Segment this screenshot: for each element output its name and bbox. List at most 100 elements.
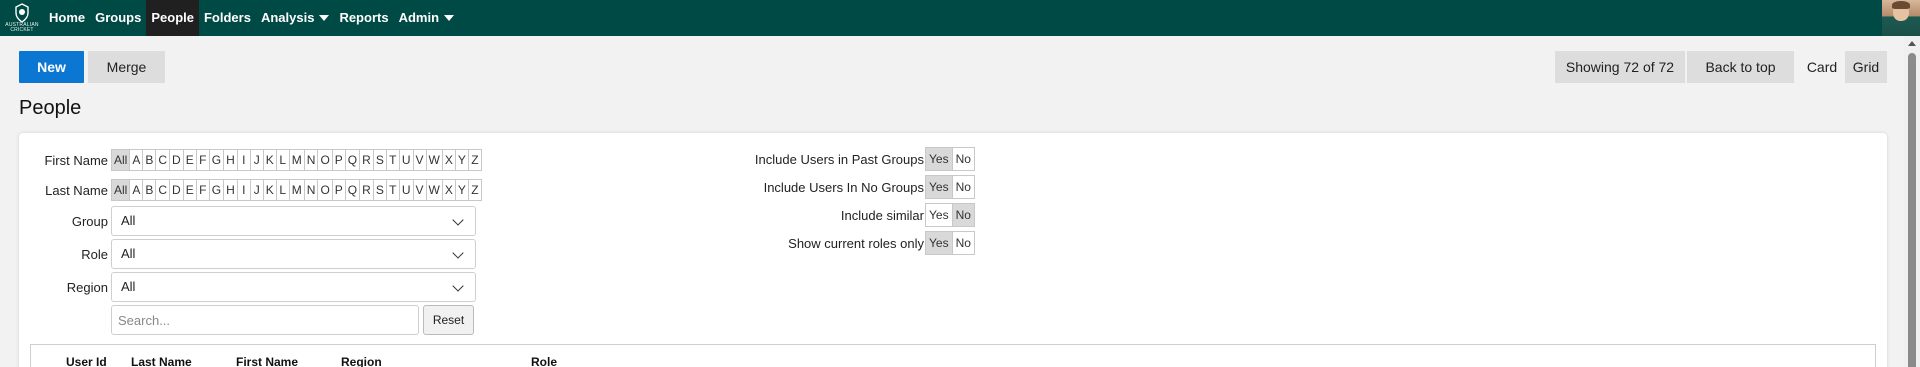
last-name-letter-d[interactable]: D [169,179,184,201]
last-name-letter-h[interactable]: H [223,179,238,201]
nav-home-label: Home [49,10,86,25]
back-to-top-button[interactable]: Back to top [1687,51,1794,83]
last-name-letter-z[interactable]: Z [467,179,482,201]
region-select[interactable]: All [111,272,476,302]
grid-view-button[interactable]: Grid [1845,51,1887,83]
first-name-letter-c[interactable]: C [155,149,171,171]
first-name-letter-a[interactable]: A [129,149,144,171]
nav-groups[interactable]: Groups [90,0,146,36]
first-name-letter-i[interactable]: I [236,149,251,171]
first-name-letter-x[interactable]: X [441,149,456,171]
current-roles-no[interactable]: No [951,231,975,255]
last-name-letter-q[interactable]: Q [344,179,361,201]
last-name-letter-k[interactable]: K [262,179,277,201]
last-name-letter-a[interactable]: A [129,179,144,201]
last-name-letter-filter: All A B C D E F G H I J K L M N O P Q R S T U V W X Y Z [111,179,482,201]
nav-admin[interactable]: Admin [394,0,459,36]
column-header-last-name[interactable]: Last Name [131,355,192,367]
last-name-letter-n[interactable]: N [303,179,319,201]
first-name-letter-r[interactable]: R [359,149,374,171]
first-name-letter-o[interactable]: O [317,149,333,171]
column-header-region[interactable]: Region [341,355,382,367]
last-name-letter-j[interactable]: J [249,179,264,201]
first-name-letter-l[interactable]: L [275,149,290,171]
last-name-letter-i[interactable]: I [236,179,251,201]
include-similar-no[interactable]: No [951,203,975,227]
column-header-first-name[interactable]: First Name [236,355,298,367]
cricket-crest-icon [15,3,29,23]
first-name-letter-j[interactable]: J [249,149,264,171]
no-groups-no[interactable]: No [951,175,975,199]
first-name-letter-q[interactable]: Q [344,149,361,171]
merge-button[interactable]: Merge [88,51,165,83]
search-input[interactable] [111,305,419,335]
nav-reports[interactable]: Reports [334,0,393,36]
nav-analysis[interactable]: Analysis [256,0,334,36]
last-name-letter-w[interactable]: W [425,179,443,201]
first-name-letter-d[interactable]: D [169,149,184,171]
current-roles-label: Show current roles only [788,236,924,251]
column-header-user-id[interactable]: User Id [66,355,107,367]
column-header-role[interactable]: Role [531,355,557,367]
page-scrollbar[interactable] [1904,36,1920,367]
reset-button[interactable]: Reset [423,305,474,335]
first-name-letter-s[interactable]: S [372,149,387,171]
past-groups-no[interactable]: No [951,147,975,171]
last-name-letter-t[interactable]: T [385,179,400,201]
last-name-letter-all[interactable]: All [111,179,131,201]
last-name-letter-g[interactable]: G [208,179,225,201]
nav-home[interactable]: Home [44,0,90,36]
last-name-letter-s[interactable]: S [372,179,387,201]
last-name-letter-r[interactable]: R [359,179,374,201]
first-name-letter-b[interactable]: B [142,149,157,171]
australian-cricket-logo[interactable]: AUSTRALIAN CRICKET [0,0,44,36]
first-name-letter-z[interactable]: Z [467,149,482,171]
role-select[interactable]: All [111,239,476,269]
last-name-letter-p[interactable]: P [331,179,346,201]
no-groups-yes[interactable]: Yes [925,175,953,199]
last-name-letter-v[interactable]: V [412,179,427,201]
group-select[interactable]: All [111,206,476,236]
role-label: Role [81,247,108,262]
first-name-letter-u[interactable]: U [398,149,414,171]
group-label: Group [71,214,108,229]
card-view-button[interactable]: Card [1800,51,1844,83]
first-name-letter-w[interactable]: W [425,149,443,171]
nav-folders-label: Folders [203,10,251,25]
first-name-letter-y[interactable]: Y [454,149,469,171]
last-name-letter-o[interactable]: O [317,179,333,201]
nav-people[interactable]: People [146,0,199,36]
first-name-letter-all[interactable]: All [111,149,131,171]
first-name-letter-k[interactable]: K [262,149,277,171]
last-name-letter-f[interactable]: F [195,179,210,201]
first-name-letter-h[interactable]: H [223,149,238,171]
first-name-letter-g[interactable]: G [208,149,225,171]
scroll-up-arrow-icon[interactable] [1908,41,1916,46]
past-groups-yes[interactable]: Yes [925,147,953,171]
first-name-letter-p[interactable]: P [331,149,346,171]
last-name-letter-u[interactable]: U [398,179,414,201]
new-button[interactable]: New [19,51,84,83]
last-name-letter-c[interactable]: C [155,179,171,201]
scrollbar-thumb[interactable] [1908,53,1916,367]
last-name-letter-l[interactable]: L [275,179,290,201]
current-roles-yes[interactable]: Yes [925,231,953,255]
first-name-letter-t[interactable]: T [385,149,400,171]
first-name-letter-e[interactable]: E [182,149,197,171]
last-name-letter-b[interactable]: B [142,179,157,201]
last-name-letter-m[interactable]: M [288,179,305,201]
first-name-letter-v[interactable]: V [412,149,427,171]
last-name-letter-y[interactable]: Y [454,179,469,201]
chevron-down-icon [452,247,464,259]
first-name-letter-n[interactable]: N [303,149,319,171]
first-name-letter-f[interactable]: F [195,149,210,171]
last-name-letter-x[interactable]: X [441,179,456,201]
nav-analysis-label: Analysis [260,10,315,25]
nav-folders[interactable]: Folders [199,0,256,36]
first-name-letter-m[interactable]: M [288,149,305,171]
include-similar-yes[interactable]: Yes [925,203,953,227]
user-avatar[interactable] [1882,0,1920,36]
first-name-letter-filter: All A B C D E F G H I J K L M N O P Q R S T U V W X Y Z [111,149,482,171]
last-name-letter-e[interactable]: E [182,179,197,201]
top-navbar: AUSTRALIAN CRICKET Home Groups People Fo… [0,0,1920,36]
